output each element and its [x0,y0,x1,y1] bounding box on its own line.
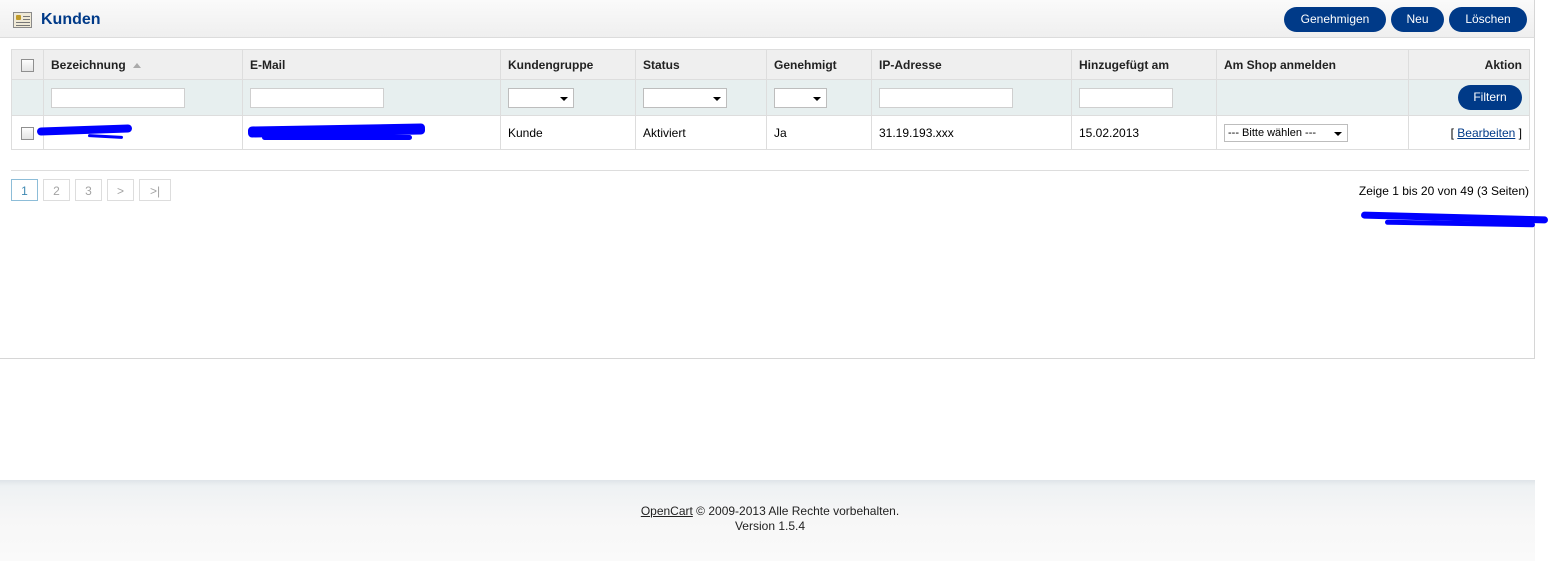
chevron-down-icon [1334,131,1342,136]
sort-asc-icon [132,62,141,68]
col-header-date-added[interactable]: Hinzugefügt am [1071,49,1217,80]
page-link-3[interactable]: 3 [75,179,102,201]
filter-approved-select[interactable] [774,87,827,108]
col-header-login-store: Am Shop anmelden [1216,49,1409,80]
customer-group: Kunde [500,115,636,150]
filter-date-cell [1071,79,1217,116]
login-store-cell: --- Bitte wählen --- [1216,115,1409,150]
row-checkbox[interactable] [21,126,34,140]
footer-text: OpenCart © 2009-2013 Alle Rechte vorbeha… [0,504,1540,534]
col-header-status[interactable]: Status [635,49,767,80]
footer-copyright: © 2009-2013 Alle Rechte vorbehalten. [692,504,900,518]
filter-email-cell [242,79,501,116]
filter-empty-cell [11,79,44,116]
chevron-down-icon [813,96,821,101]
approve-button[interactable]: Genehmigen [1284,7,1386,32]
col-header-ip[interactable]: IP-Adresse [871,49,1072,80]
col-header-email[interactable]: E-Mail [242,49,501,80]
page-last-link[interactable]: >| [139,179,171,201]
col-header-name-label: Bezeichnung [51,57,126,72]
chevron-down-icon [713,96,721,101]
filter-ip-input[interactable] [879,87,1013,108]
opencart-link[interactable]: OpenCart [641,504,693,518]
page-link-1[interactable]: 1 [11,179,38,201]
filter-name-input[interactable] [51,87,185,108]
customer-card-icon [13,12,32,28]
col-header-customer-group[interactable]: Kundengruppe [500,49,636,80]
footer-version: Version 1.5.4 [734,519,806,533]
filter-button[interactable]: Filtern [1458,85,1522,110]
page-title: Kunden [41,11,101,28]
customer-status: Aktiviert [635,115,767,150]
action-bracket-close: ] [1515,125,1522,140]
filter-name-cell [43,79,243,116]
filter-approved-cell [766,79,872,116]
redaction-email-lower [262,135,412,140]
heading-bar: Kunden Genehmigen Neu Löschen [0,0,1535,38]
col-header-action: Aktion [1408,49,1530,80]
col-header-approved[interactable]: Genehmigt [766,49,872,80]
filter-date-input[interactable] [1079,87,1173,108]
table-header-row: Bezeichnung E-Mail Kundengruppe Status G… [11,49,1530,80]
filter-customer-group-cell [500,79,636,116]
footer: OpenCart © 2009-2013 Alle Rechte vorbeha… [0,480,1535,561]
select-all-cell [11,49,44,80]
customer-table: Bezeichnung E-Mail Kundengruppe Status G… [11,49,1530,150]
page-link-2[interactable]: 2 [43,179,70,201]
table-filter-row: Filtern [11,79,1530,116]
filter-login-cell [1216,79,1409,116]
table-row: Kunde Aktiviert Ja 31.19.193.xxx 15.02.2… [11,115,1530,150]
filter-status-select[interactable] [643,87,727,108]
customer-ip: 31.19.193.xxx [871,115,1072,150]
filter-ip-cell [871,79,1072,116]
select-all-checkbox[interactable] [21,58,34,72]
action-cell: [ Bearbeiten ] [1408,115,1530,150]
login-store-select[interactable]: --- Bitte wählen --- [1224,123,1348,142]
col-header-name[interactable]: Bezeichnung [43,49,243,80]
pagination-divider [11,170,1529,171]
chevron-down-icon [560,96,568,101]
customer-approved: Ja [766,115,872,150]
filter-button-cell: Filtern [1408,79,1530,116]
pagination-info: Zeige 1 bis 20 von 49 (3 Seiten) [1358,184,1529,198]
login-store-select-value: --- Bitte wählen --- [1228,126,1317,139]
new-button[interactable]: Neu [1391,7,1444,32]
customer-date-added: 15.02.2013 [1071,115,1217,150]
delete-button[interactable]: Löschen [1449,7,1527,32]
edit-link[interactable]: Bearbeiten [1457,126,1515,140]
filter-email-input[interactable] [250,87,384,108]
filter-status-cell [635,79,767,116]
filter-customer-group-select[interactable] [508,87,574,108]
page-next-link[interactable]: > [107,179,134,201]
